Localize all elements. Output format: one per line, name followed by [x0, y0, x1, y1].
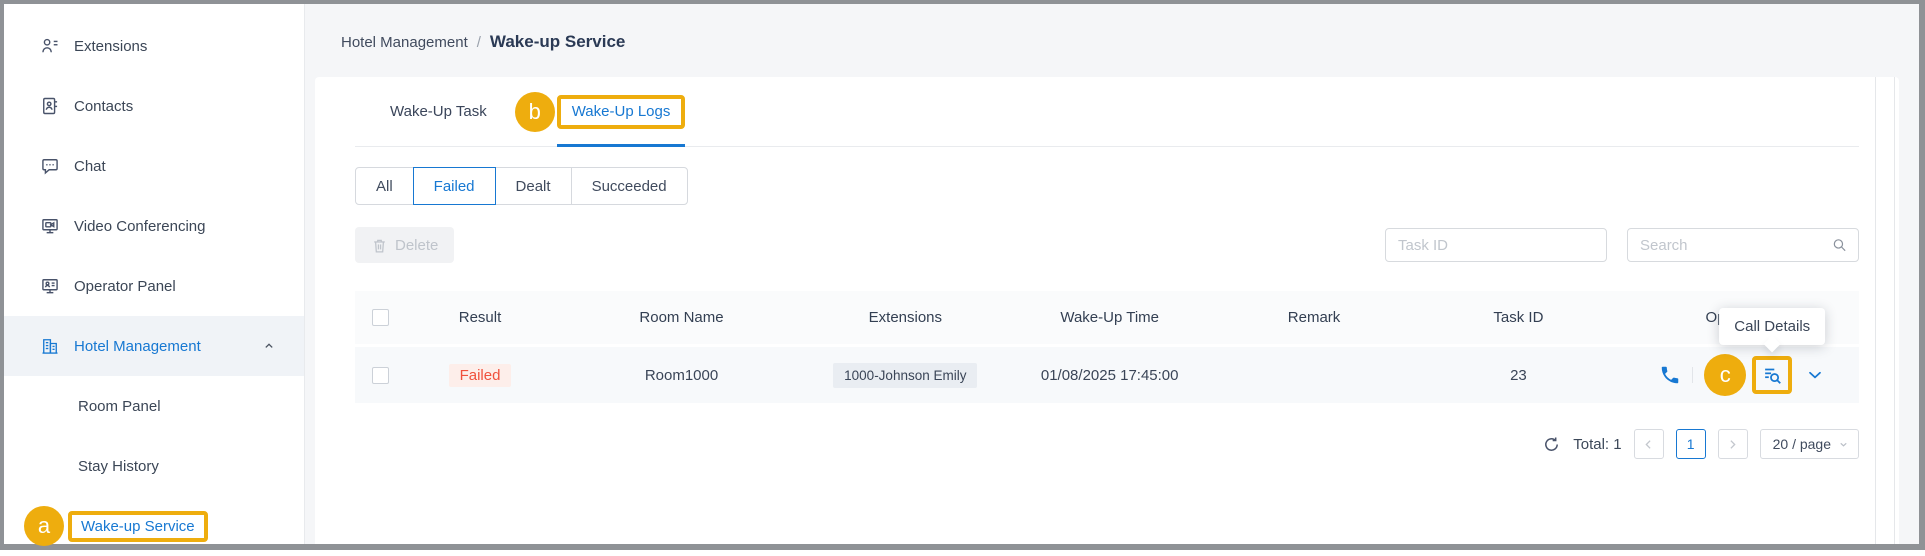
annotation-box-a: Wake-up Service: [68, 511, 208, 542]
chevron-right-icon: [1726, 438, 1739, 451]
chevron-up-icon[interactable]: [262, 339, 276, 353]
video-conferencing-icon: [40, 216, 60, 236]
chevron-down-icon[interactable]: [1805, 365, 1825, 385]
sidebar-item-label: Chat: [74, 158, 106, 175]
table-row: Failed Room1000 1000-Johnson Emily 01/08…: [355, 347, 1859, 403]
chat-icon: [40, 156, 60, 176]
delete-button[interactable]: Delete: [355, 227, 454, 263]
cell-task-id: 23: [1411, 367, 1625, 384]
status-badge-failed: Failed: [449, 364, 512, 387]
phone-icon[interactable]: [1659, 364, 1681, 386]
contacts-icon: [40, 96, 60, 116]
annotation-badge-c: c: [1704, 354, 1746, 396]
sidebar-item-label: Extensions: [74, 38, 147, 55]
breadcrumb-parent[interactable]: Hotel Management: [341, 34, 468, 51]
extension-tag: 1000-Johnson Emily: [833, 363, 977, 388]
task-id-input[interactable]: [1385, 228, 1607, 262]
page-size-value: 20 / page: [1773, 436, 1831, 452]
refresh-icon[interactable]: [1542, 435, 1561, 454]
column-header-room-name: Room Name: [555, 309, 808, 326]
sidebar-item-extensions[interactable]: Extensions: [4, 16, 304, 76]
status-filter-group: All Failed Dealt Succeeded: [355, 167, 1859, 205]
cell-room-name: Room1000: [555, 367, 808, 384]
chevron-down-icon: [1838, 439, 1849, 450]
content-card: Wake-Up Task b Wake-Up Logs All Failed D…: [315, 77, 1899, 544]
sidebar-item-stay-history[interactable]: Stay History: [4, 436, 304, 496]
column-header-extensions: Extensions: [808, 309, 1003, 326]
prev-page-button[interactable]: [1634, 429, 1664, 459]
filter-failed-button[interactable]: Failed: [413, 167, 496, 205]
select-all-checkbox[interactable]: [372, 309, 389, 326]
call-details-tooltip: Call Details: [1719, 308, 1825, 345]
annotation-badge-a: a: [24, 506, 64, 546]
total-count-label: Total: 1: [1573, 436, 1621, 453]
pagination: Total: 1 1 20 / page: [355, 429, 1859, 459]
sidebar-item-label: Hotel Management: [74, 338, 201, 355]
call-details-icon[interactable]: [1761, 364, 1783, 386]
filter-all-button[interactable]: All: [355, 167, 414, 205]
vertical-scrollbar[interactable]: [1875, 77, 1895, 544]
sidebar-item-wake-up-service[interactable]: a Wake-up Service: [4, 496, 304, 556]
sidebar-item-label: Video Conferencing: [74, 218, 205, 235]
table-header-row: Result Room Name Extensions Wake-Up Time…: [355, 291, 1859, 344]
cell-operations: c Call Details: [1625, 354, 1859, 396]
sidebar-item-contacts[interactable]: Contacts: [4, 76, 304, 136]
cell-wake-up-time: 01/08/2025 17:45:00: [1003, 367, 1217, 384]
breadcrumb: Hotel Management / Wake-up Service: [341, 32, 625, 52]
page-size-select[interactable]: 20 / page: [1760, 429, 1859, 459]
sidebar-item-label: Wake-up Service: [81, 518, 195, 535]
sidebar-item-hotel-management[interactable]: Hotel Management: [4, 316, 304, 376]
next-page-button[interactable]: [1718, 429, 1748, 459]
search-input[interactable]: [1627, 228, 1859, 262]
extensions-icon: [40, 36, 60, 56]
sidebar-item-video-conferencing[interactable]: Video Conferencing: [4, 196, 304, 256]
sidebar-item-label: Stay History: [78, 458, 159, 475]
annotation-box-c: Call Details: [1752, 356, 1792, 394]
search-icon[interactable]: [1831, 237, 1848, 254]
column-header-wake-up-time: Wake-Up Time: [1003, 309, 1217, 326]
sidebar-item-label: Operator Panel: [74, 278, 176, 295]
app-window: Extensions Contacts Chat: [0, 0, 1925, 550]
sidebar-item-operator-panel[interactable]: Operator Panel: [4, 256, 304, 316]
annotation-box-b: Wake-Up Logs: [557, 95, 686, 129]
operator-panel-icon: [40, 276, 60, 296]
breadcrumb-separator: /: [477, 34, 481, 51]
page-number-button[interactable]: 1: [1676, 429, 1706, 459]
wake-up-logs-table: Result Room Name Extensions Wake-Up Time…: [355, 291, 1859, 403]
delete-button-label: Delete: [395, 237, 438, 254]
chevron-left-icon: [1642, 438, 1655, 451]
tab-wake-up-logs[interactable]: Wake-Up Logs: [572, 103, 671, 120]
filter-succeeded-button[interactable]: Succeeded: [571, 167, 688, 205]
tab-wake-up-task[interactable]: Wake-Up Task: [390, 103, 487, 120]
annotation-badge-b: b: [515, 92, 555, 132]
trash-icon: [371, 237, 388, 254]
sidebar-item-label: Room Panel: [78, 398, 161, 415]
search-field: [1627, 228, 1859, 262]
row-checkbox[interactable]: [372, 367, 389, 384]
tab-wake-up-logs-area: Wake-Up Logs: [557, 77, 686, 146]
sidebar-item-chat[interactable]: Chat: [4, 136, 304, 196]
column-header-task-id: Task ID: [1411, 309, 1625, 326]
page-title: Wake-up Service: [490, 32, 625, 52]
tab-bar: Wake-Up Task b Wake-Up Logs: [355, 77, 1859, 147]
toolbar: Delete: [355, 227, 1859, 263]
operations-divider: [1692, 367, 1693, 383]
sidebar: Extensions Contacts Chat: [4, 4, 305, 544]
hotel-management-icon: [40, 336, 60, 356]
main-area: Hotel Management / Wake-up Service Wake-…: [305, 4, 1919, 544]
sidebar-item-label: Contacts: [74, 98, 133, 115]
filter-dealt-button[interactable]: Dealt: [495, 167, 572, 205]
column-header-remark: Remark: [1217, 309, 1412, 326]
column-header-result: Result: [405, 309, 555, 326]
sidebar-item-room-panel[interactable]: Room Panel: [4, 376, 304, 436]
